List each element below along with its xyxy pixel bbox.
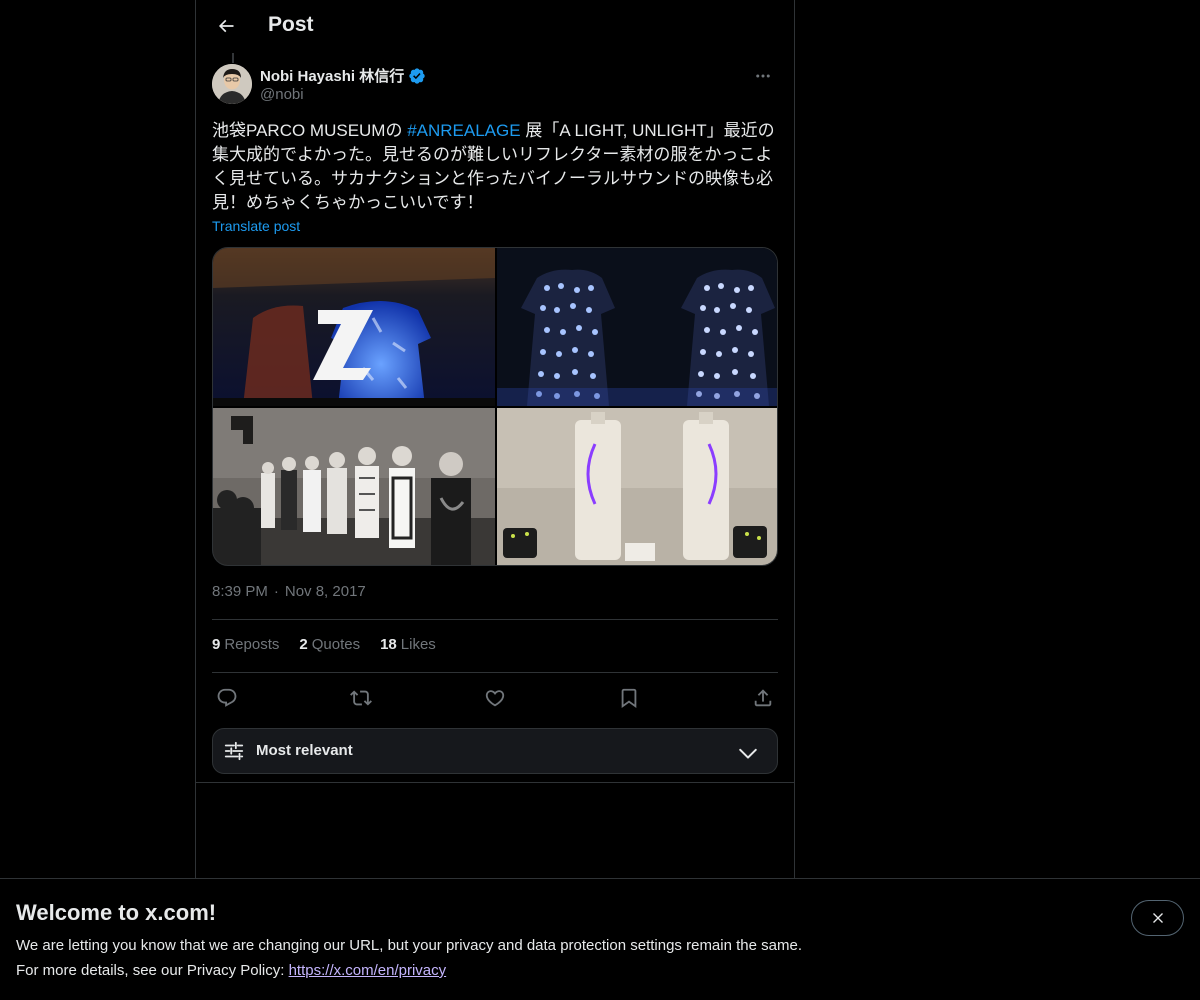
post-time[interactable]: 8:39 PM: [212, 583, 268, 600]
banner-policy-prefix: For more details, see our Privacy Policy…: [16, 962, 289, 979]
verified-badge-icon: [409, 67, 425, 84]
post-text-part: 池袋PARCO MUSEUMの: [212, 121, 408, 140]
like-button[interactable]: [480, 683, 510, 713]
post-date[interactable]: Nov 8, 2017: [285, 583, 366, 600]
reposts-count: 9: [212, 636, 221, 653]
back-button[interactable]: [208, 8, 244, 44]
reply-button[interactable]: [212, 683, 242, 713]
media-photo-3[interactable]: [213, 408, 495, 565]
page-title: Post: [268, 13, 314, 36]
post-author: Nobi Hayashi 林信行 @nobi: [212, 64, 778, 108]
likes-stat[interactable]: 18 Likes: [380, 636, 436, 653]
post-stats: 9 Reposts 2 Quotes 18 Likes: [212, 636, 436, 653]
post-timestamp: 8:39 PM · Nov 8, 2017: [212, 583, 366, 600]
author-name[interactable]: Nobi Hayashi 林信行: [260, 65, 404, 86]
more-horizontal-icon: [756, 74, 770, 78]
arrow-left-icon: [218, 19, 234, 33]
repost-icon: [350, 690, 372, 706]
photo-mannequins-gallery: [213, 408, 495, 565]
chevron-down-icon: [739, 748, 757, 759]
banner-title: Welcome to x.com!: [16, 900, 217, 925]
like-icon: [485, 690, 505, 707]
likes-label: Likes: [400, 636, 436, 653]
banner-close-button[interactable]: [1131, 900, 1184, 936]
sort-label: Most relevant: [256, 742, 353, 759]
quotes-label: Quotes: [311, 636, 361, 653]
banner-message: We are letting you know that we are chan…: [16, 937, 802, 954]
reposts-stat[interactable]: 9 Reposts: [212, 636, 279, 653]
close-icon: [1152, 913, 1163, 923]
main-column: Post Nobi Hayashi 林信行 @nobi 池袋PARCO MUSE…: [195, 0, 795, 1000]
author-handle[interactable]: @nobi: [260, 86, 304, 103]
share-button[interactable]: [748, 683, 778, 713]
media-photo-2[interactable]: [497, 248, 777, 406]
page-header: Post: [196, 0, 794, 53]
thread-line: [232, 53, 234, 63]
timestamp-separator: ·: [273, 583, 279, 600]
replies-sort-dropdown[interactable]: Most relevant: [212, 728, 778, 774]
bookmark-icon: [621, 688, 637, 709]
media-photo-4[interactable]: [497, 408, 777, 565]
post-text: 池袋PARCO MUSEUMの #ANREALAGE 展「A LIGHT, UN…: [212, 119, 778, 215]
post-actions: [212, 683, 778, 713]
bookmark-button[interactable]: [614, 683, 644, 713]
media-photo-1[interactable]: [213, 248, 495, 406]
likes-count: 18: [380, 636, 397, 653]
welcome-banner: Welcome to x.com! We are letting you kno…: [0, 878, 1200, 1000]
repost-button[interactable]: [346, 683, 376, 713]
quotes-count: 2: [299, 636, 308, 653]
reposts-label: Reposts: [224, 636, 280, 653]
divider: [212, 672, 778, 673]
sliders-icon: [224, 741, 244, 761]
photo-coats-purple-light: [497, 408, 777, 565]
more-options-button[interactable]: [748, 64, 778, 88]
hashtag-link[interactable]: #ANREALAGE: [407, 121, 520, 140]
avatar-image: [212, 64, 252, 104]
reply-icon: [217, 688, 237, 707]
author-name-row: Nobi Hayashi 林信行: [260, 65, 426, 86]
avatar[interactable]: [212, 64, 252, 104]
quotes-stat[interactable]: 2 Quotes: [299, 636, 360, 653]
media-grid: [212, 247, 778, 566]
translate-post-link[interactable]: Translate post: [212, 218, 300, 234]
section-divider: [196, 782, 794, 783]
photo-reflective-dresses: [497, 248, 777, 406]
share-icon: [754, 689, 772, 707]
privacy-policy-link[interactable]: https://x.com/en/privacy: [289, 962, 447, 979]
photo-logo-dress: [213, 248, 495, 406]
banner-policy-line: For more details, see our Privacy Policy…: [16, 962, 446, 979]
divider: [212, 619, 778, 620]
